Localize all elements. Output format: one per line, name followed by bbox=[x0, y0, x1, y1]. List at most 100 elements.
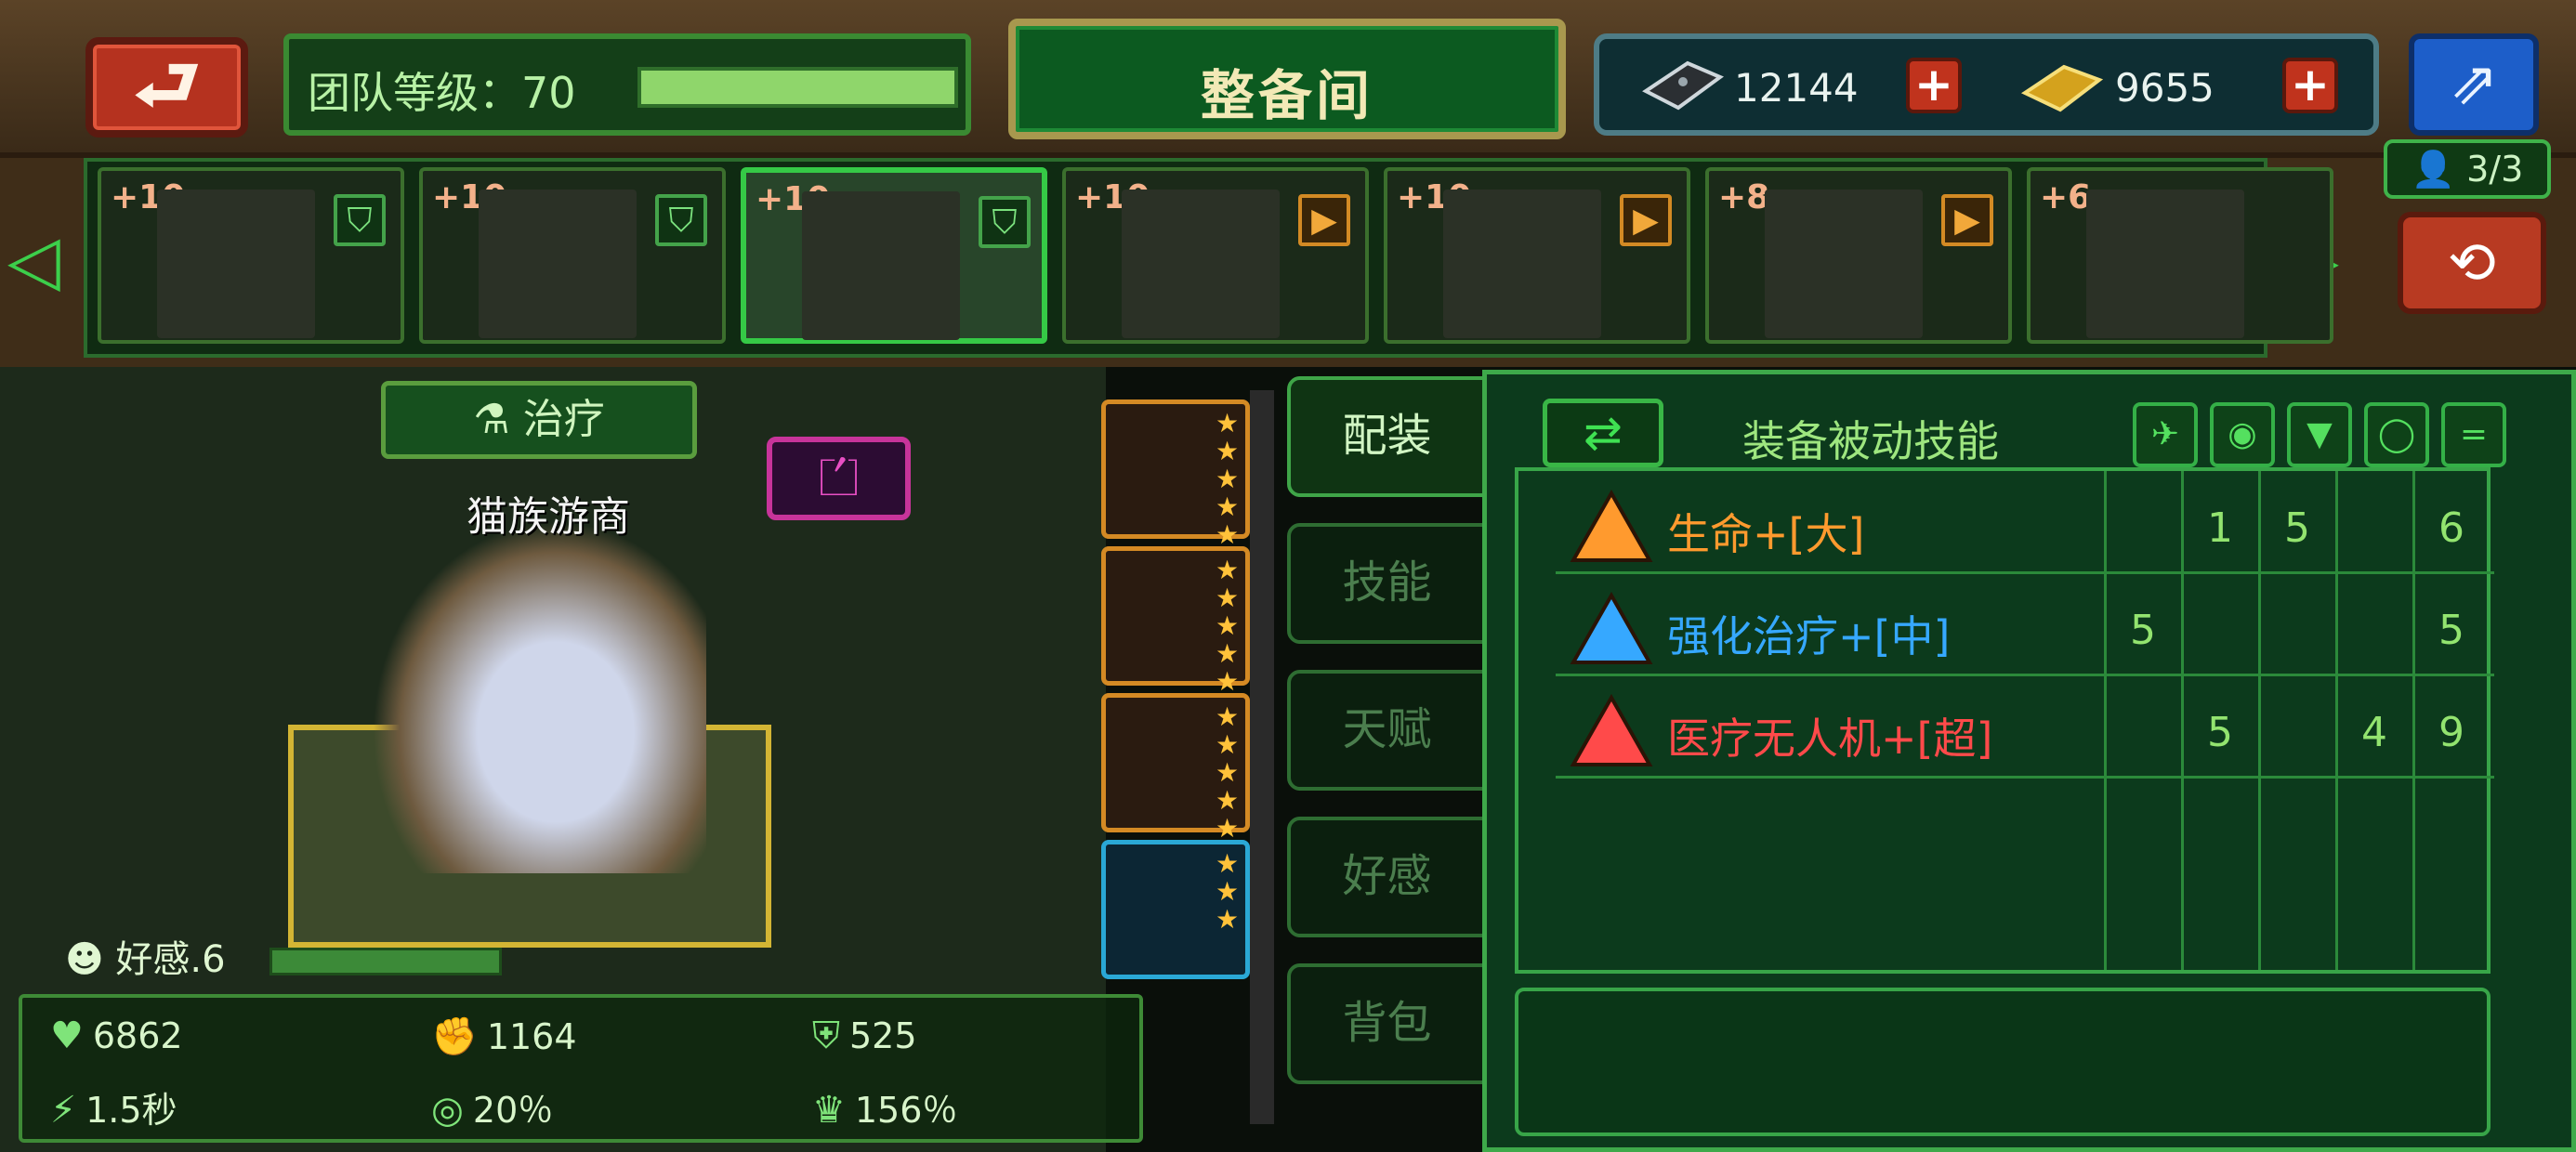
passive-skill-count: 5 bbox=[2207, 709, 2233, 756]
passive-skill-icon bbox=[1570, 591, 1653, 666]
passive-skill-grid: 生命+[大] 1 5 6 强化治疗+[中] 5 5 医疗无人机+[超] 5 4 9 bbox=[1515, 467, 2494, 974]
star-rating-icon: ★ ★ ★ ★ ★ bbox=[1216, 555, 1240, 697]
passive-skill-title: 装备被动技能 bbox=[1742, 416, 1999, 466]
affinity-label-row: ☻ 好感.6 bbox=[65, 929, 226, 983]
roster-card[interactable]: +10 ▶ bbox=[1384, 167, 1690, 344]
equipment-rail bbox=[1250, 390, 1274, 1124]
grid-row-divider bbox=[1556, 776, 2494, 779]
card-enhance-level: +6 bbox=[2040, 178, 2092, 216]
tab-1[interactable]: 技能 bbox=[1287, 523, 1487, 644]
currency-panel: 12144 + 9655 + bbox=[1594, 33, 2379, 136]
fist-icon: ✊ bbox=[431, 1015, 478, 1058]
helmet-icon: ◉ bbox=[2210, 402, 2275, 467]
roster-card[interactable]: +8 ▶ bbox=[1705, 167, 2012, 344]
equipment-slot-spiked-gear[interactable]: ★ ★ ★ ★ ★ bbox=[1101, 693, 1250, 843]
star-rating-icon: ★ ★ ★ ★ ★ bbox=[1216, 408, 1240, 550]
roster-card[interactable]: +10 ⛉ bbox=[741, 167, 1047, 344]
equipment-slot-chest-armor[interactable]: ★ ★ ★ ★ ★ bbox=[1101, 399, 1250, 549]
stat-attack-speed-value: 1.5秒 bbox=[85, 1090, 177, 1131]
share-button[interactable]: ⇗ bbox=[2409, 33, 2539, 136]
character-name: 猫族游商 bbox=[467, 493, 630, 541]
deploy-icon: ▶ bbox=[1620, 194, 1672, 246]
swap-team-button[interactable]: ⟲ bbox=[2398, 212, 2546, 314]
team-level-label: 团队等级：70 bbox=[308, 68, 576, 118]
currency-gold-value: 9655 bbox=[2115, 65, 2215, 111]
back-arrow-icon: ⮐ bbox=[133, 42, 201, 128]
tab-2[interactable]: 天赋 bbox=[1287, 670, 1487, 791]
roster-prev-arrow[interactable]: ◁ bbox=[7, 223, 72, 297]
shield-icon: ⛨ bbox=[812, 1015, 840, 1057]
affinity-label: 好感.6 bbox=[115, 938, 226, 981]
roster-card[interactable]: +10 ⛉ bbox=[98, 167, 404, 344]
stat-crit-value: 20％ bbox=[472, 1090, 554, 1131]
passive-skill-count: 1 bbox=[2207, 504, 2233, 552]
passive-skill-count: 6 bbox=[2438, 504, 2464, 552]
crown-icon: ♛ bbox=[812, 1089, 846, 1132]
passive-skill-name: 强化治疗+[中] bbox=[1667, 611, 1951, 661]
passive-skill-name: 医疗无人机+[超] bbox=[1667, 713, 1993, 764]
in-team-icon: ⛉ bbox=[979, 196, 1031, 248]
tab-4[interactable]: 背包 bbox=[1287, 963, 1487, 1084]
page-title: 整备间 bbox=[1200, 64, 1373, 127]
tab-3[interactable]: 好感 bbox=[1287, 817, 1487, 937]
roster-card[interactable]: +10 ⛉ bbox=[419, 167, 726, 344]
passive-skill-description-box bbox=[1515, 988, 2491, 1136]
toggle-view-button[interactable]: ⇄ bbox=[1543, 399, 1663, 467]
person-icon: 👤 bbox=[2411, 149, 2456, 190]
currency-chip-value: 12144 bbox=[1734, 65, 1859, 111]
deploy-icon: ▶ bbox=[1941, 194, 1993, 246]
swap-icon: ⟲ bbox=[2448, 229, 2496, 296]
stat-attack-speed: ⚡ 1.5秒 bbox=[50, 1081, 177, 1132]
passive-skill-count: 5 bbox=[2130, 607, 2156, 654]
passive-skill-header: ⇄ 装备被动技能 ✈ ◉ ▼ ◯ = bbox=[1515, 386, 2506, 467]
hanger-icon: ⏍ bbox=[819, 448, 859, 508]
equipment-slot-sheep-mount[interactable]: ★ ★ ★ ★ ★ bbox=[1101, 546, 1250, 696]
outfit-button[interactable]: ⏍ bbox=[767, 437, 911, 520]
grid-row-divider bbox=[1556, 674, 2494, 676]
character-portrait bbox=[802, 191, 960, 340]
character-portrait bbox=[1765, 190, 1923, 338]
character-portrait bbox=[2086, 190, 2244, 338]
back-button[interactable]: ⮐ bbox=[85, 37, 248, 137]
passive-skill-count: 5 bbox=[2284, 504, 2310, 552]
team-count-value: 3/3 bbox=[2466, 149, 2524, 190]
stat-crit: ◎ 20％ bbox=[431, 1081, 553, 1132]
team-count-badge: 👤 3/3 bbox=[2384, 139, 2551, 199]
target-icon: ◎ bbox=[431, 1089, 464, 1132]
share-icon: ⇗ bbox=[2449, 49, 2499, 118]
add-chip-button[interactable]: + bbox=[1906, 58, 1962, 113]
role-tag: ⚗ 治疗 bbox=[381, 381, 697, 459]
stat-hp-value: 6862 bbox=[92, 1015, 183, 1056]
roster-card[interactable]: +6 bbox=[2027, 167, 2333, 344]
equipment-slot-gold-ring[interactable]: ★ ★ ★ bbox=[1101, 840, 1250, 979]
stat-attack-value: 1164 bbox=[486, 1016, 577, 1057]
roster-card[interactable]: +10 ▶ bbox=[1062, 167, 1369, 344]
character-portrait bbox=[479, 190, 637, 338]
star-rating-icon: ★ ★ ★ ★ ★ bbox=[1216, 701, 1240, 844]
stats-panel: ♥ 6862 ✊ 1164 ⛨ 525 ⚡ 1.5秒 ◎ 20％ ♛ 156％ bbox=[19, 994, 1143, 1143]
stat-defense-value: 525 bbox=[849, 1015, 917, 1056]
device-chip-icon bbox=[1636, 54, 1725, 119]
heart-icon: ♥ bbox=[50, 1015, 84, 1057]
role-tag-label: 治疗 bbox=[522, 396, 605, 443]
passive-skill-count: 5 bbox=[2438, 607, 2464, 654]
affinity-bar bbox=[269, 948, 502, 975]
stat-hp: ♥ 6862 bbox=[50, 1015, 183, 1057]
equals-icon: = bbox=[2441, 402, 2506, 467]
gold-bar-icon bbox=[2017, 54, 2106, 119]
speed-icon: ⚡ bbox=[50, 1089, 77, 1132]
stat-crit-damage: ♛ 156％ bbox=[812, 1081, 957, 1132]
card-enhance-level: +8 bbox=[1718, 178, 1770, 216]
weapon-icon: ✈ bbox=[2133, 402, 2198, 467]
armor-icon: ▼ bbox=[2287, 402, 2352, 467]
passive-skill-icon bbox=[1570, 693, 1653, 768]
tab-0[interactable]: 配装 bbox=[1287, 376, 1487, 497]
ring-icon: ◯ bbox=[2364, 402, 2429, 467]
passive-skill-count: 4 bbox=[2361, 709, 2387, 756]
character-sprite[interactable] bbox=[372, 520, 706, 873]
team-level-bar bbox=[637, 67, 958, 108]
add-gold-button[interactable]: + bbox=[2282, 58, 2338, 113]
grid-row-divider bbox=[1556, 571, 2494, 574]
passive-skill-count: 9 bbox=[2438, 709, 2464, 756]
passive-skill-name: 生命+[大] bbox=[1667, 509, 1865, 559]
